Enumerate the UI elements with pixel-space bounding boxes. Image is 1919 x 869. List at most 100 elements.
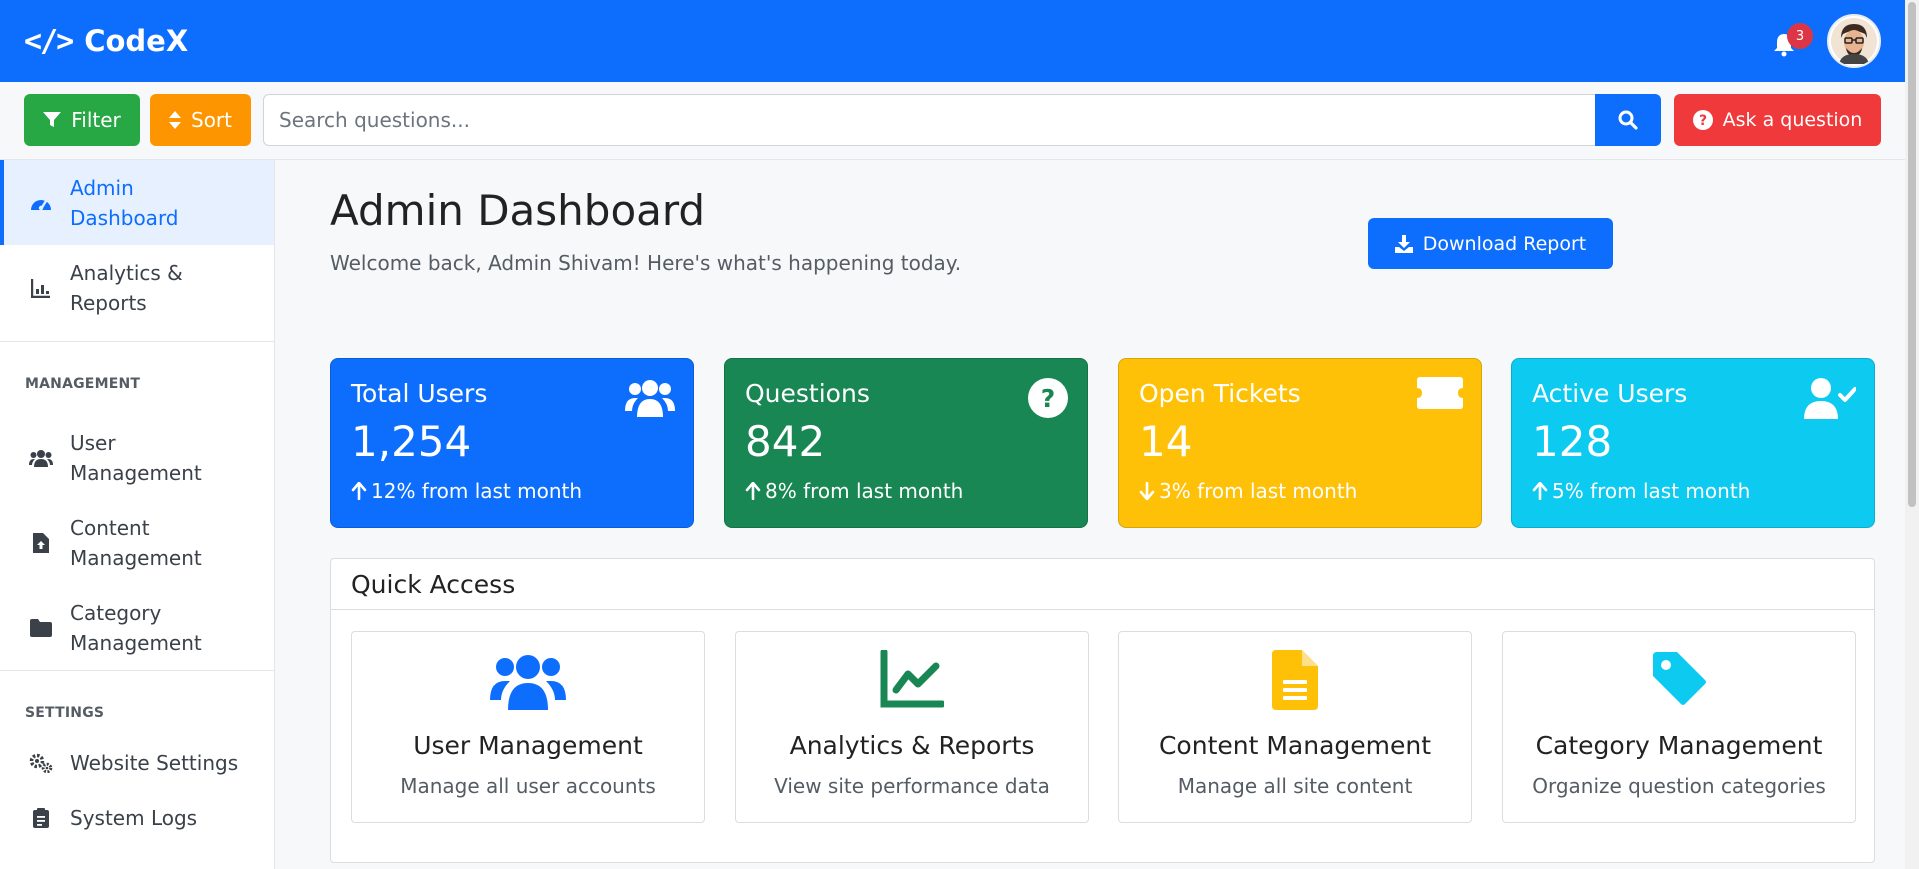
quick-card-category-management[interactable]: Category Management Organize question ca… [1502,631,1856,823]
quick-card-description: Manage all user accounts [400,774,656,798]
notification-badge: 3 [1787,23,1813,49]
quick-card-title: Analytics & Reports [789,731,1035,760]
stat-value: 128 [1532,417,1613,466]
sidebar-item-category-management[interactable]: Category Management [0,585,274,670]
download-report-button[interactable]: Download Report [1368,218,1613,269]
arrow-up-icon [351,482,367,500]
stat-label: Total Users [351,379,488,408]
brand-logo[interactable]: </> CodeX [24,24,188,59]
quick-card-description: View site performance data [774,774,1050,798]
quick-card-user-management[interactable]: User Management Manage all user accounts [351,631,705,823]
sidebar-item-label: User Management [70,430,202,485]
question-circle-icon: ? [1027,377,1069,423]
chart-line-icon [736,650,1088,708]
sidebar-heading-management: MANAGEMENT [25,376,141,392]
stat-label: Open Tickets [1139,379,1301,408]
ticket-icon [1417,377,1463,413]
scrollbar-thumb[interactable] [1908,2,1916,507]
stat-change: 8% from last month [745,479,963,503]
stat-change-text: 3% from last month [1159,479,1358,503]
sidebar-heading-settings: SETTINGS [25,705,105,721]
arrow-up-icon [1532,482,1548,500]
file-icon [1119,650,1471,710]
stat-label: Questions [745,379,870,408]
avatar[interactable] [1827,14,1881,68]
sidebar-item-website-settings[interactable]: Website Settings [0,735,274,790]
search-button[interactable] [1595,94,1661,146]
ask-question-button[interactable]: ? Ask a question [1674,94,1881,146]
sidebar-item-label: System Logs [70,805,198,830]
search-input[interactable] [263,94,1595,146]
download-report-label: Download Report [1422,232,1587,255]
quick-card-description: Manage all site content [1177,774,1413,798]
stat-value: 1,254 [351,417,472,466]
download-icon [1394,234,1413,253]
clipboard-icon [28,807,54,828]
page-scrollbar[interactable] [1905,0,1919,869]
sort-icon [169,111,181,129]
filter-button[interactable]: Filter [24,94,140,146]
svg-text:?: ? [1699,113,1707,129]
svg-text:?: ? [1041,384,1056,413]
stat-change: 5% from last month [1532,479,1750,503]
arrow-up-icon [745,482,761,500]
quick-card-content-management[interactable]: Content Management Manage all site conte… [1118,631,1472,823]
sidebar-item-label: Content Management [70,515,202,570]
gears-icon [28,753,54,773]
sidebar-item-analytics-reports[interactable]: Analytics & Reports [0,245,274,331]
tag-icon [1503,650,1855,706]
arrow-down-icon [1139,482,1155,500]
quick-card-analytics-reports[interactable]: Analytics & Reports View site performanc… [735,631,1089,823]
sidebar-item-admin-dashboard[interactable]: Admin Dashboard [0,160,274,245]
stat-change-text: 8% from last month [765,479,964,503]
sidebar-item-user-management[interactable]: User Management [0,415,274,500]
sidebar-item-label: Admin Dashboard [70,175,179,230]
avatar-image [1831,18,1877,64]
top-navbar: </> CodeX 3 [0,0,1905,82]
stat-card-total-users: Total Users 1,254 12% from last month [330,358,694,528]
gauge-icon [28,195,54,211]
file-upload-icon [28,532,54,553]
code-icon: </> [24,23,74,59]
stat-value: 14 [1139,417,1193,466]
sort-button-label: Sort [191,108,232,132]
sort-button[interactable]: Sort [150,94,251,146]
folder-icon [28,618,54,637]
chart-icon [28,278,54,298]
stat-change: 3% from last month [1139,479,1357,503]
stat-card-open-tickets: Open Tickets 14 3% from last month [1118,358,1482,528]
stat-value: 842 [745,417,826,466]
quick-access-heading: Quick Access [331,559,1874,610]
page-subtitle: Welcome back, Admin Shivam! Here's what'… [330,251,962,275]
users-icon [352,650,704,710]
stat-card-active-users: Active Users 128 5% from last month [1511,358,1875,528]
sidebar-item-system-logs[interactable]: System Logs [0,790,274,845]
stat-card-questions: Questions 842 8% from last month ? [724,358,1088,528]
question-circle-icon: ? [1692,110,1713,130]
quick-access-panel: Quick Access User Management Manage all … [330,558,1875,863]
stat-change-text: 12% from last month [371,479,583,503]
quick-card-title: User Management [413,731,643,760]
stat-label: Active Users [1532,379,1688,408]
stat-change-text: 5% from last month [1552,479,1751,503]
search-icon [1618,110,1638,130]
sidebar-divider [0,670,274,671]
ask-question-label: Ask a question [1722,109,1863,131]
toolbar: Filter Sort ? Ask a question [0,82,1905,160]
quick-card-description: Organize question categories [1532,774,1826,798]
brand-name: CodeX [84,24,189,58]
sidebar-item-label: Category Management [70,600,202,655]
sidebar-item-content-management[interactable]: Content Management [0,500,274,585]
user-check-icon [1804,377,1857,423]
sidebar: Admin Dashboard Analytics & Reports MANA… [0,160,275,869]
filter-button-label: Filter [71,108,121,132]
filter-icon [43,112,62,127]
users-icon [625,377,675,421]
quick-card-title: Content Management [1158,731,1432,760]
notification-bell[interactable]: 3 [1767,21,1813,61]
sidebar-item-label: Analytics & Reports [70,261,183,315]
users-icon [28,449,54,467]
page-title: Admin Dashboard [330,186,706,235]
quick-card-title: Category Management [1535,731,1823,760]
stat-change: 12% from last month [351,479,582,503]
